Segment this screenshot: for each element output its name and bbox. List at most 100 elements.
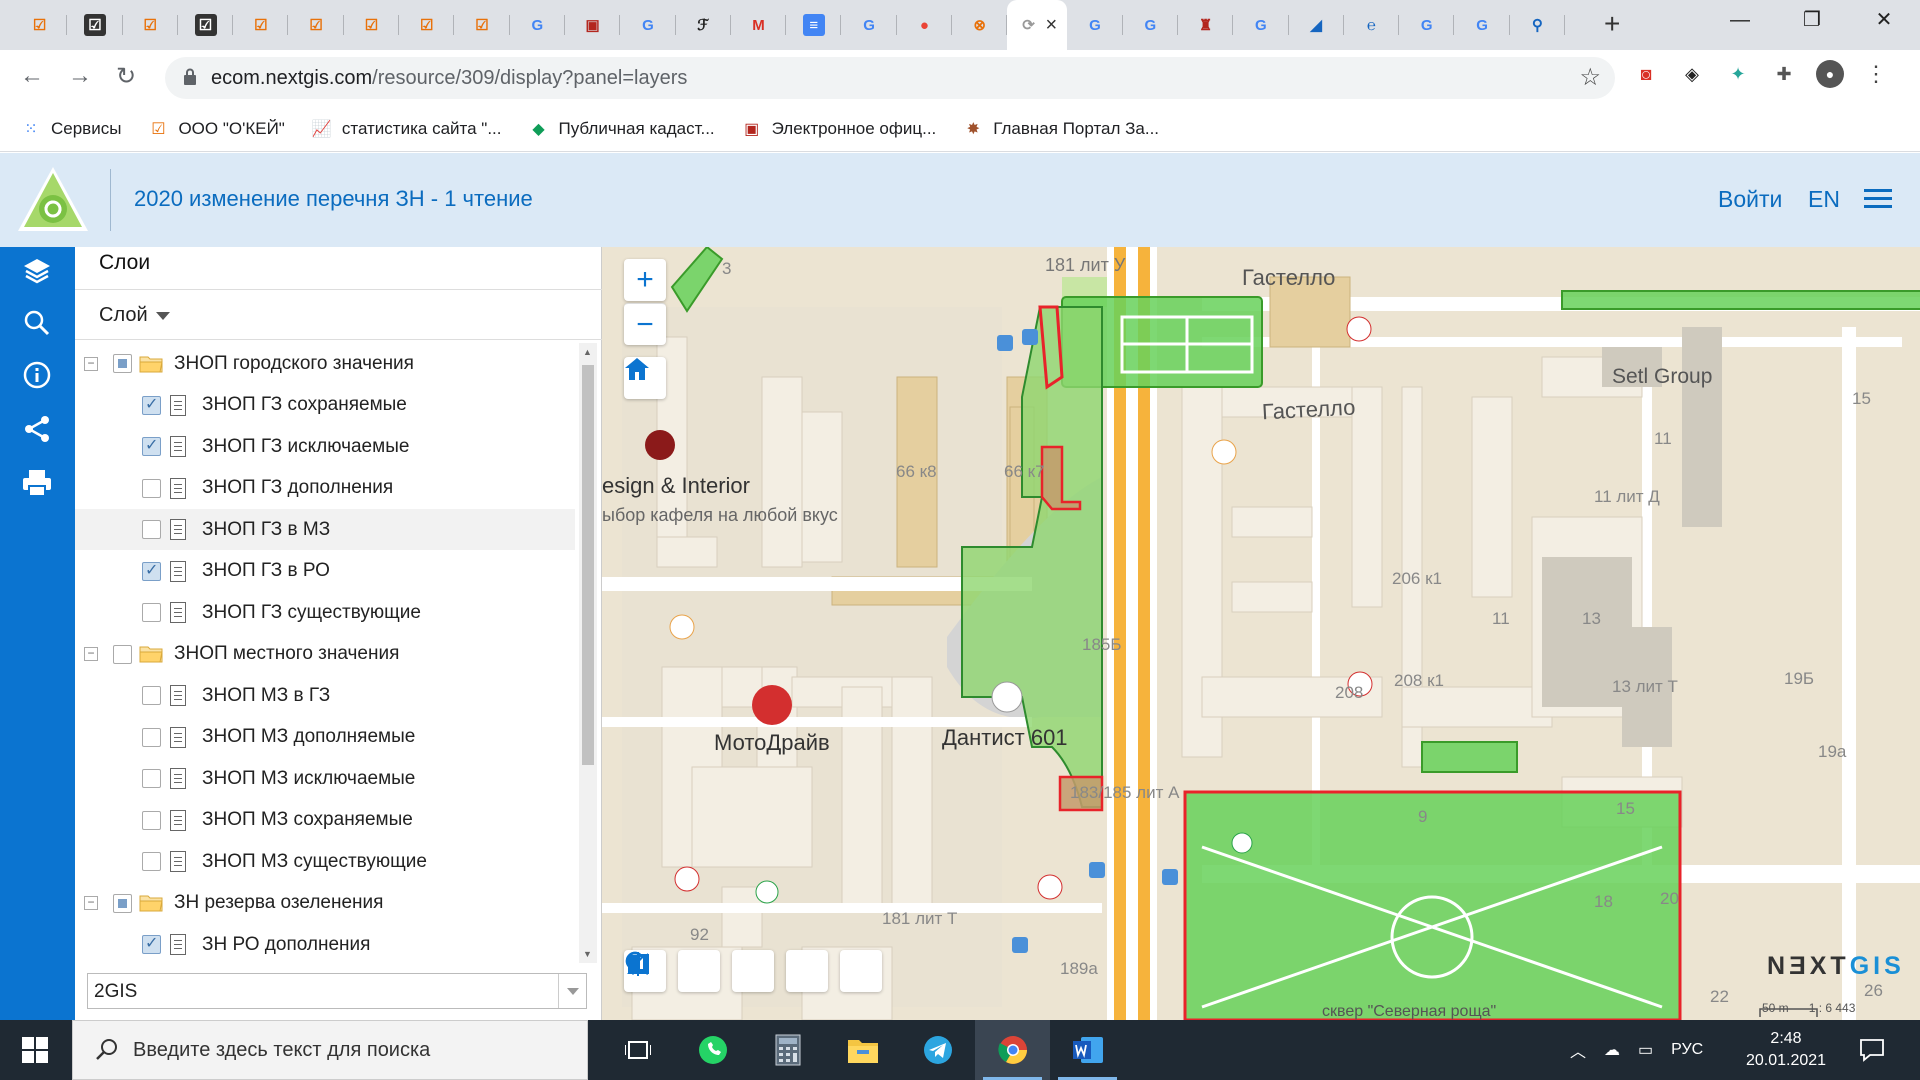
layer-row[interactable]: ЗНОП ГЗ дополнения <box>75 468 575 509</box>
layer-checkbox[interactable] <box>142 686 161 705</box>
browser-tab[interactable]: ♜ <box>1178 0 1234 50</box>
map-view[interactable]: 181 лит У Гастелло Гастелло Setl Group e… <box>602 247 1920 1020</box>
browser-tab[interactable]: ☑ <box>123 0 179 50</box>
telegram-icon[interactable] <box>900 1020 975 1080</box>
pocket-extension-icon[interactable]: ◙ <box>1632 60 1660 88</box>
browser-tab[interactable]: G <box>1454 0 1511 50</box>
taskbar-clock[interactable]: 2:48 20.01.2021 <box>1738 1028 1834 1072</box>
home-extent-button[interactable] <box>624 357 666 399</box>
word-icon[interactable] <box>1050 1020 1125 1080</box>
swipe-compare-icon[interactable] <box>628 950 882 992</box>
layer-tree-scrollbar[interactable]: ▲ ▼ <box>579 343 597 963</box>
layer-checkbox[interactable] <box>142 560 161 581</box>
cloud-icon[interactable]: ☁ <box>1604 1040 1620 1060</box>
layer-row[interactable]: ЗНОП МЗ существующие <box>75 841 575 882</box>
dentist-poi-icon[interactable] <box>991 681 1023 713</box>
close-window-button[interactable]: ✕ <box>1848 0 1920 40</box>
box-extension-icon[interactable]: ◈ <box>1678 60 1706 88</box>
basemap-select[interactable]: 2GIS <box>87 973 587 1009</box>
print-icon[interactable] <box>19 465 55 501</box>
url-bar[interactable]: ecom.nextgis.com/resource/309/display?pa… <box>165 57 1615 99</box>
browser-tab[interactable]: ⟳ × <box>1007 0 1068 50</box>
layer-column-header[interactable]: Слой <box>99 304 170 327</box>
browser-tab[interactable]: G <box>841 0 898 50</box>
profile-avatar-icon[interactable]: ● <box>1816 60 1844 88</box>
layer-row[interactable]: ЗНОП ГЗ в МЗ <box>75 509 575 550</box>
layer-row[interactable]: ЗНОП ГЗ существующие <box>75 592 575 633</box>
language-switch[interactable]: EN <box>1808 186 1840 213</box>
scroll-up-icon[interactable]: ▲ <box>583 347 592 357</box>
measure-distance-icon[interactable] <box>628 950 774 992</box>
login-link[interactable]: Войти <box>1718 186 1782 213</box>
task-view-icon[interactable] <box>600 1020 675 1080</box>
browser-tab[interactable]: ☑ <box>178 0 234 50</box>
layer-group-row[interactable]: − ЗНОП местного значения <box>75 634 575 675</box>
zoom-box-out-icon[interactable] <box>625 950 720 992</box>
maximize-button[interactable]: ❐ <box>1776 0 1848 40</box>
collapse-toggle-icon[interactable]: − <box>84 356 98 371</box>
chrome-taskbar-icon[interactable] <box>975 1020 1050 1080</box>
chevron-up-icon[interactable]: ︿ <box>1570 1038 1586 1062</box>
layer-checkbox[interactable] <box>113 644 132 664</box>
browser-tab[interactable]: ● <box>897 0 953 50</box>
bookmark-item[interactable]: 📈 статистика сайта "... <box>311 119 502 139</box>
hamburger-menu-icon[interactable] <box>1864 189 1892 209</box>
bookmark-item[interactable]: ☑ ООО "О'КЕЙ" <box>147 119 285 139</box>
browser-tab[interactable]: G <box>1123 0 1179 50</box>
whatsapp-icon[interactable] <box>675 1020 750 1080</box>
browser-tab[interactable]: ℱ <box>676 0 732 50</box>
layer-checkbox[interactable] <box>142 435 161 456</box>
layer-row[interactable]: ЗНОП МЗ сохраняемые <box>75 800 575 841</box>
clinic-poi-icon-2[interactable] <box>1037 874 1063 900</box>
layer-checkbox[interactable] <box>142 603 161 622</box>
layer-row[interactable]: ЗНОП ГЗ в РО <box>75 551 575 592</box>
browser-tab[interactable]: ⚲ <box>1510 0 1566 50</box>
browser-tab[interactable]: ≡ <box>786 0 842 50</box>
layer-checkbox[interactable] <box>113 893 132 913</box>
bookmark-star-icon[interactable]: ☆ <box>1579 63 1601 92</box>
puzzle-extensions-icon[interactable]: ✚ <box>1770 60 1798 88</box>
layer-row[interactable]: ЗНОП МЗ в ГЗ <box>75 675 575 716</box>
layer-checkbox[interactable] <box>142 852 161 871</box>
bookmark-item[interactable]: ✸ Главная Портал За... <box>962 119 1159 139</box>
browser-tab[interactable]: G <box>1399 0 1455 50</box>
layer-checkbox[interactable] <box>113 354 132 373</box>
measure-area-icon[interactable] <box>627 950 828 992</box>
browser-tab[interactable]: ⊗ <box>952 0 1008 50</box>
motodrive-poi-icon[interactable] <box>752 685 792 725</box>
chevron-down-icon[interactable] <box>558 974 586 1008</box>
browser-tab[interactable]: ☑ <box>233 0 289 50</box>
browser-tab[interactable]: ◢ <box>1289 0 1345 50</box>
browser-menu-icon[interactable]: ⋮ <box>1862 60 1890 88</box>
taskbar-search[interactable]: Введите здесь текст для поиска <box>72 1020 588 1080</box>
collapse-toggle-icon[interactable]: − <box>84 896 98 910</box>
layer-checkbox[interactable] <box>142 769 161 788</box>
info-icon[interactable] <box>19 357 55 393</box>
gem-extension-icon[interactable]: ✦ <box>1724 60 1752 88</box>
reload-icon[interactable]: ↻ <box>116 62 136 91</box>
scroll-down-icon[interactable]: ▼ <box>583 949 592 959</box>
layer-checkbox[interactable] <box>142 520 161 539</box>
new-tab-button[interactable]: + <box>1604 8 1620 40</box>
browser-tab[interactable]: ☑ <box>67 0 123 50</box>
file-explorer-icon[interactable] <box>825 1020 900 1080</box>
design-poi-icon[interactable] <box>645 430 675 460</box>
browser-tab[interactable]: ☑ <box>344 0 400 50</box>
layer-row[interactable]: ЗНОП ГЗ сохраняемые <box>75 385 575 426</box>
url-text[interactable]: ecom.nextgis.com/resource/309/display?pa… <box>211 67 687 90</box>
bookmark-item[interactable]: ⁙ Сервисы <box>20 119 121 139</box>
layer-checkbox[interactable] <box>142 394 161 415</box>
layer-group-row[interactable]: − ЗНОП городского значения <box>75 343 575 384</box>
zoom-out-button[interactable]: − <box>624 303 666 345</box>
setl-poi-icon[interactable] <box>1346 316 1372 342</box>
search-icon[interactable] <box>19 305 55 341</box>
layer-row[interactable]: ЗН РО дополнения <box>75 924 575 963</box>
nextgis-logo-icon[interactable] <box>16 165 90 235</box>
windows-start-icon[interactable] <box>0 1020 70 1080</box>
pharmacy-poi-icon[interactable] <box>1231 832 1253 854</box>
layer-row[interactable]: ЗНОП МЗ исключаемые <box>75 758 575 799</box>
browser-tab[interactable]: G <box>510 0 566 50</box>
share-icon[interactable] <box>19 411 55 447</box>
calculator-icon[interactable] <box>750 1020 825 1080</box>
notifications-icon[interactable] <box>1858 1036 1886 1064</box>
